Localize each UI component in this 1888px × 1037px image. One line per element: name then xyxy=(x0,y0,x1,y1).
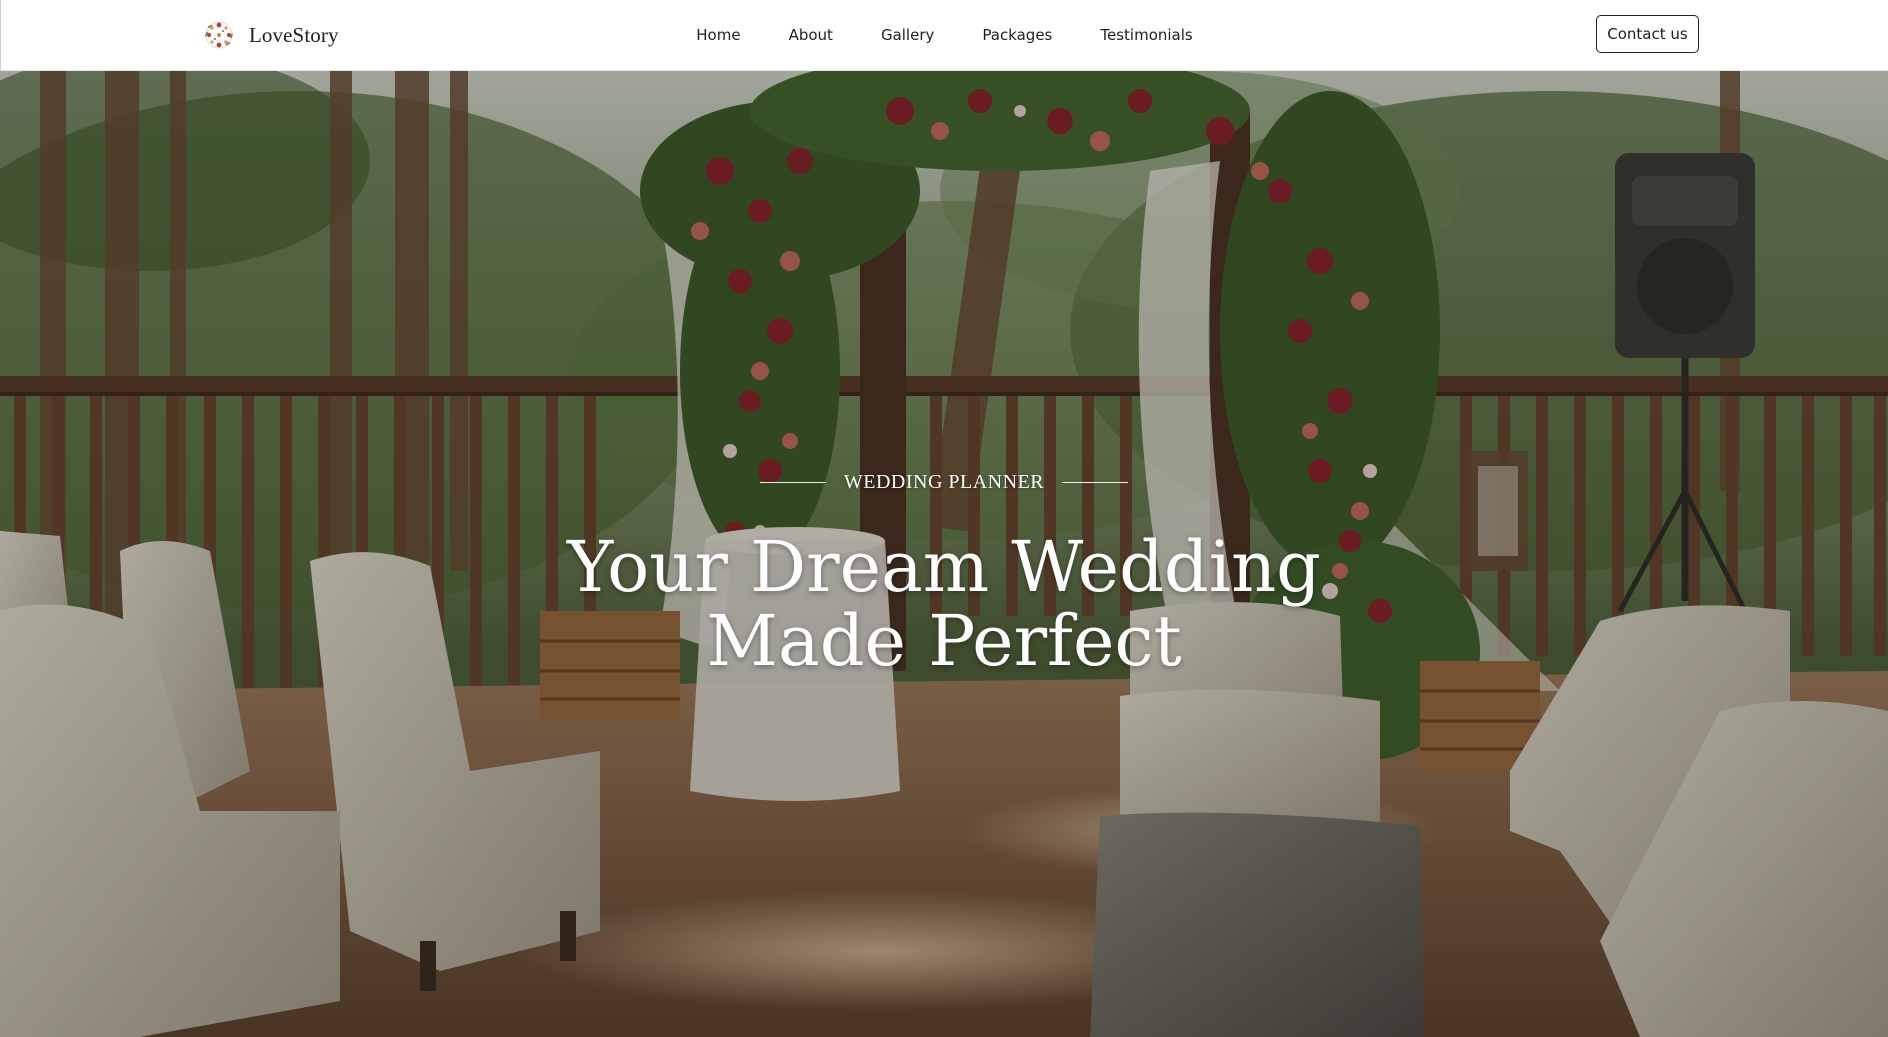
hero-eyebrow-text: WEDDING PLANNER xyxy=(843,471,1045,493)
nav-gallery[interactable]: Gallery xyxy=(857,26,958,44)
hero-headline: Your Dream Wedding Made Perfect xyxy=(494,530,1394,678)
site-header: LoveStory Home About Gallery Packages Te… xyxy=(0,0,1888,71)
nav-about[interactable]: About xyxy=(765,26,857,44)
eyebrow-divider-right xyxy=(1062,482,1129,483)
nav-home[interactable]: Home xyxy=(672,26,764,44)
brand-name: LoveStory xyxy=(249,22,339,47)
hero-headline-line1: Your Dream Wedding xyxy=(566,526,1321,608)
hero-eyebrow: WEDDING PLANNER xyxy=(0,471,1888,494)
nav-packages[interactable]: Packages xyxy=(958,26,1076,44)
hero-content: WEDDING PLANNER Your Dream Wedding Made … xyxy=(0,471,1888,678)
nav-testimonials[interactable]: Testimonials xyxy=(1076,26,1216,44)
brand-link[interactable]: LoveStory xyxy=(199,13,339,57)
contact-us-button[interactable]: Contact us xyxy=(1596,15,1699,53)
floral-wreath-logo-icon xyxy=(205,21,233,49)
hero-headline-line2: Made Perfect xyxy=(706,600,1182,682)
hero-section: WEDDING PLANNER Your Dream Wedding Made … xyxy=(0,71,1888,1037)
eyebrow-divider-left xyxy=(759,482,826,483)
